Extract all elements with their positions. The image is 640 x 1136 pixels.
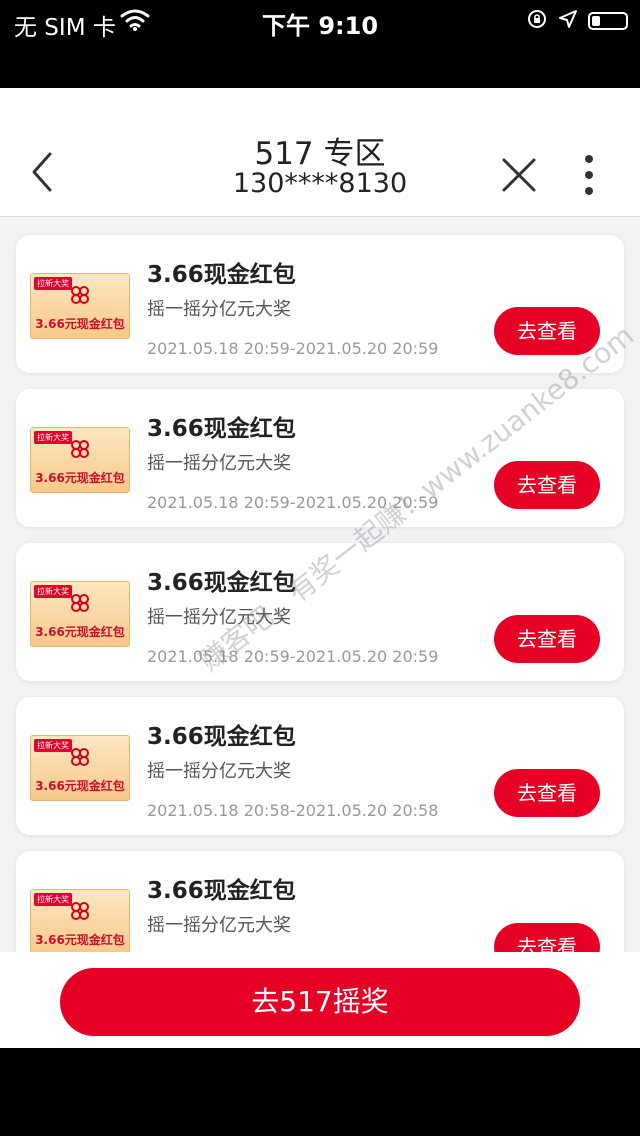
close-icon[interactable] — [494, 150, 544, 200]
thumb-text: 3.66元现金红包 — [35, 317, 125, 331]
thumb-text: 3.66元现金红包 — [35, 471, 125, 485]
red-packet-thumbnail: 拉新大奖 3.66元现金红包 — [30, 427, 130, 493]
page-title: 517 专区 — [254, 136, 386, 172]
card-desc: 摇一摇分亿元大奖 — [147, 299, 291, 320]
unicom-logo-icon — [71, 440, 89, 458]
card-title: 3.66现金红包 — [147, 724, 296, 750]
card-time: 2021.05.18 20:59-2021.05.20 20:59 — [147, 493, 439, 512]
thumb-tag: 拉新大奖 — [34, 739, 72, 752]
thumb-text: 3.66元现金红包 — [35, 933, 125, 947]
view-button[interactable]: 去查看 — [494, 615, 600, 663]
thumb-tag: 拉新大奖 — [34, 277, 72, 290]
view-button[interactable]: 去查看 — [494, 307, 600, 355]
unicom-logo-icon — [71, 594, 89, 612]
unicom-logo-icon — [71, 902, 89, 920]
battery-icon — [588, 12, 628, 30]
prize-card: 拉新大奖 3.66元现金红包 3.66现金红包 摇一摇分亿元大奖 2021.05… — [16, 543, 624, 681]
card-title: 3.66现金红包 — [147, 416, 296, 442]
card-desc: 摇一摇分亿元大奖 — [147, 761, 291, 782]
card-title: 3.66现金红包 — [147, 262, 296, 288]
card-time: 2021.05.18 20:59-2021.05.20 20:59 — [147, 647, 439, 666]
unicom-logo-icon — [71, 286, 89, 304]
status-bar: 无 SIM 卡 下午 9:10 — [0, 0, 640, 88]
prize-card: 拉新大奖 3.66元现金红包 3.66现金红包 摇一摇分亿元大奖 2021.05… — [16, 389, 624, 527]
red-packet-thumbnail: 拉新大奖 3.66元现金红包 — [30, 581, 130, 647]
view-button[interactable]: 去查看 — [494, 461, 600, 509]
card-title: 3.66现金红包 — [147, 570, 296, 596]
unicom-logo-icon — [71, 748, 89, 766]
thumb-tag: 拉新大奖 — [34, 893, 72, 906]
status-icons — [526, 8, 628, 34]
card-desc: 摇一摇分亿元大奖 — [147, 453, 291, 474]
card-time: 2021.05.18 20:58-2021.05.20 20:58 — [147, 801, 439, 820]
view-button[interactable]: 去查看 — [494, 769, 600, 817]
thumb-text: 3.66元现金红包 — [35, 779, 125, 793]
thumb-text: 3.66元现金红包 — [35, 625, 125, 639]
location-icon — [558, 9, 578, 33]
orientation-lock-icon — [526, 8, 548, 34]
footer-bar: 去517摇奖 — [0, 952, 640, 1048]
red-packet-thumbnail: 拉新大奖 3.66元现金红包 — [30, 735, 130, 801]
prize-card: 拉新大奖 3.66元现金红包 3.66现金红包 摇一摇分亿元大奖 2021.05… — [16, 697, 624, 835]
app-screen: 517 专区 130****8130 拉新大奖 3.66元现金红包 3.66现金… — [0, 88, 640, 1048]
phone-number: 130****8130 — [232, 168, 408, 199]
red-packet-thumbnail: 拉新大奖 3.66元现金红包 — [30, 273, 130, 339]
bottom-bezel — [0, 1048, 640, 1136]
card-time: 2021.05.18 20:59-2021.05.20 20:59 — [147, 339, 439, 358]
card-title: 3.66现金红包 — [147, 878, 296, 904]
card-desc: 摇一摇分亿元大奖 — [147, 915, 291, 936]
go-lottery-button[interactable]: 去517摇奖 — [60, 968, 580, 1036]
thumb-tag: 拉新大奖 — [34, 431, 72, 444]
card-desc: 摇一摇分亿元大奖 — [147, 607, 291, 628]
nav-bar: 517 专区 130****8130 — [0, 88, 640, 217]
more-vertical-icon[interactable] — [572, 150, 606, 200]
prize-card: 拉新大奖 3.66元现金红包 3.66现金红包 摇一摇分亿元大奖 2021.05… — [16, 235, 624, 373]
thumb-tag: 拉新大奖 — [34, 585, 72, 598]
red-packet-thumbnail: 拉新大奖 3.66元现金红包 — [30, 889, 130, 955]
